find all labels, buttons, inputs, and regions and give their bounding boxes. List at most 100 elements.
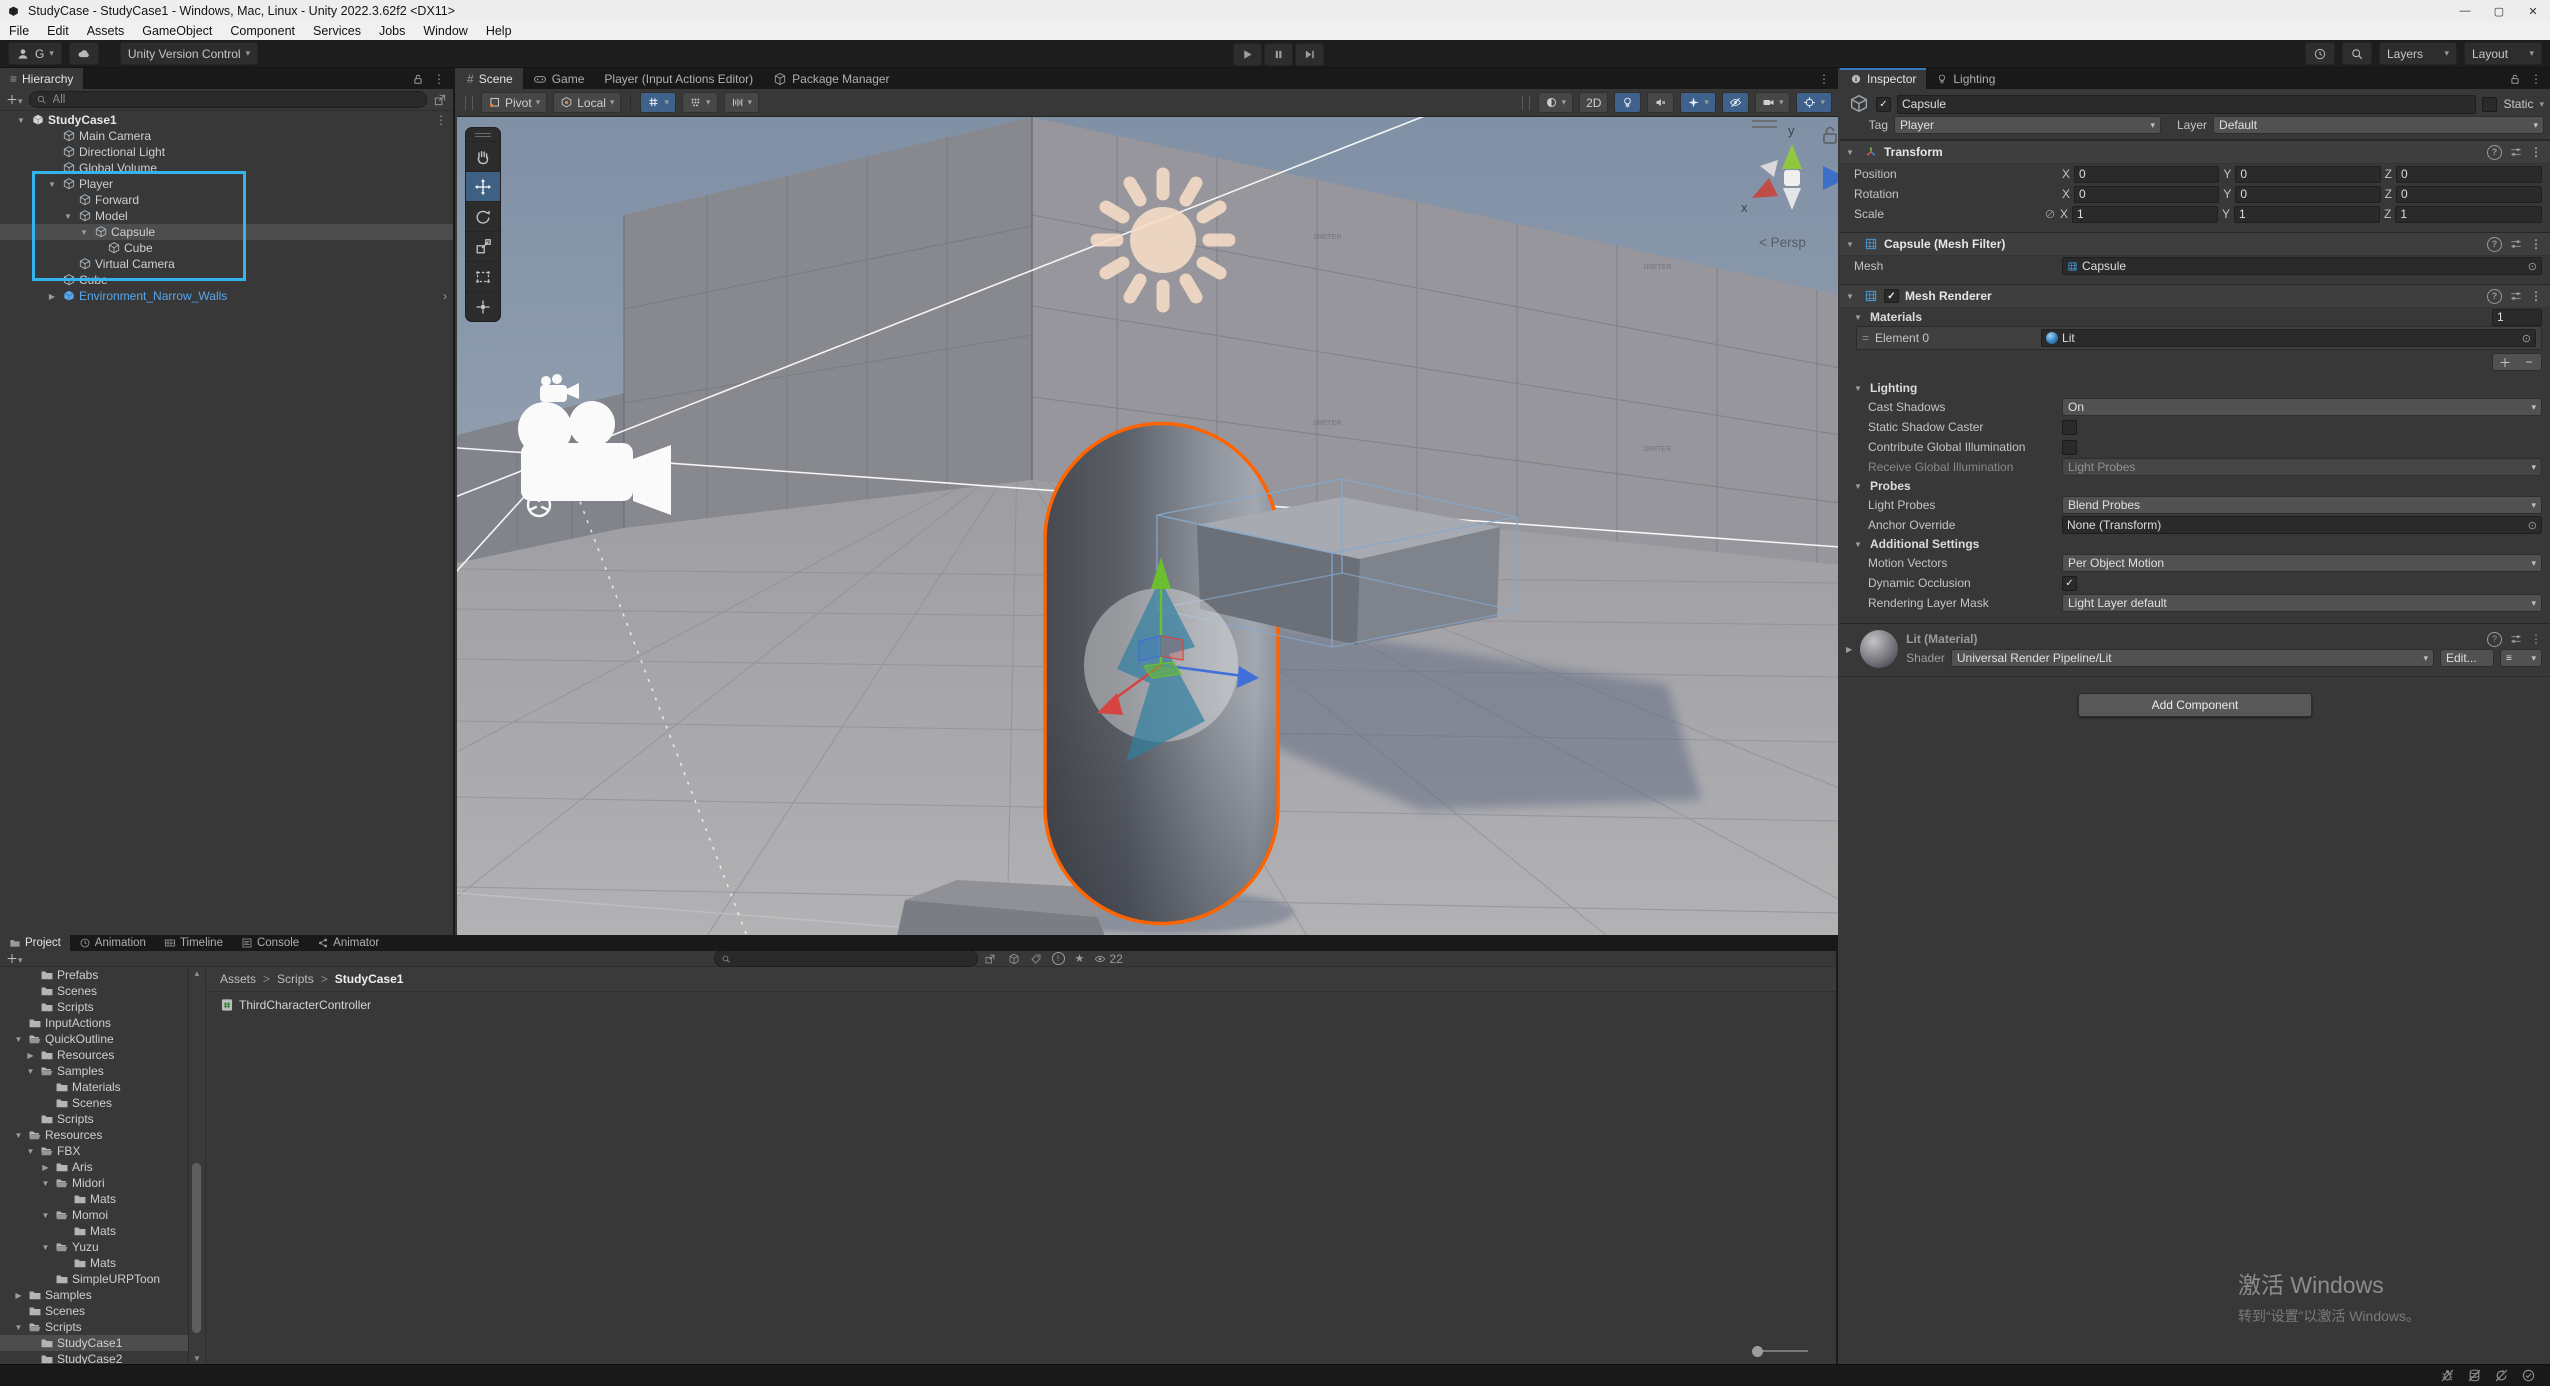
- kebab-menu-icon[interactable]: ⋮: [2530, 145, 2542, 159]
- shader-list-button[interactable]: ≡▾: [2500, 649, 2542, 667]
- hierarchy-item-scene[interactable]: ▼ StudyCase1 ⋮: [0, 112, 453, 128]
- layout-dropdown[interactable]: Layout ▾: [2464, 42, 2542, 65]
- breadcrumb-current[interactable]: StudyCase1: [335, 972, 404, 986]
- add-material-button[interactable]: ＋: [2493, 354, 2517, 370]
- tab-inspector[interactable]: Inspector: [1840, 68, 1926, 89]
- pivot-mode-dropdown[interactable]: Pivot▾: [481, 92, 547, 113]
- material-thumbnail[interactable]: [1860, 630, 1898, 668]
- folder-item[interactable]: Mats: [0, 1255, 188, 1271]
- move-tool-button[interactable]: [466, 171, 500, 201]
- scene-viewport[interactable]: 1METER 1METER 1METER 1METER: [457, 117, 1838, 936]
- help-icon[interactable]: ?: [2487, 145, 2502, 160]
- perspective-label[interactable]: < Persp: [1759, 235, 1806, 250]
- layer-dropdown[interactable]: Default▾: [2213, 116, 2544, 134]
- folder-item[interactable]: SimpleURPToon: [0, 1271, 188, 1287]
- kebab-menu-icon[interactable]: ⋮: [1818, 72, 1830, 86]
- folder-item[interactable]: ▼Resources: [0, 1127, 188, 1143]
- expand-arrow-icon[interactable]: ▶: [12, 1291, 25, 1300]
- kebab-menu-icon[interactable]: ⋮: [2530, 72, 2542, 86]
- additional-settings-foldout[interactable]: ▼Additional Settings: [1840, 535, 2550, 553]
- hierarchy-item[interactable]: Virtual Camera: [0, 256, 453, 272]
- tab-input-actions-editor[interactable]: Player (Input Actions Editor): [594, 68, 763, 89]
- expand-arrow-icon[interactable]: ▼: [77, 228, 91, 237]
- contribute-gi-checkbox[interactable]: [2062, 440, 2077, 455]
- mesh-object-field[interactable]: Capsule ⊙: [2062, 257, 2542, 275]
- snap-increment-dropdown[interactable]: ▾: [724, 92, 760, 113]
- expand-arrow-icon[interactable]: ▼: [14, 116, 28, 125]
- drag-handle-icon[interactable]: =: [1862, 331, 1869, 345]
- rotate-tool-button[interactable]: [466, 201, 500, 231]
- layers-dropdown[interactable]: Layers ▾: [2379, 42, 2457, 65]
- hierarchy-item[interactable]: Global Volume: [0, 160, 453, 176]
- expand-arrow-icon[interactable]: ▼: [39, 1211, 52, 1220]
- position-y-field[interactable]: 0: [2235, 166, 2380, 183]
- expand-arrow-icon[interactable]: ▼: [45, 180, 59, 189]
- materials-count-field[interactable]: 1: [2492, 309, 2542, 326]
- motion-vectors-dropdown[interactable]: Per Object Motion▾: [2062, 554, 2542, 572]
- preset-icon[interactable]: [2509, 237, 2523, 251]
- menu-help[interactable]: Help: [477, 22, 521, 40]
- kebab-menu-icon[interactable]: ⋮: [2530, 289, 2542, 303]
- hierarchy-search[interactable]: [29, 91, 427, 108]
- probes-foldout[interactable]: ▼Probes: [1840, 477, 2550, 495]
- component-enabled-checkbox[interactable]: ✓: [1884, 289, 1899, 303]
- gizmos-dropdown[interactable]: ▾: [1796, 92, 1832, 113]
- tag-dropdown[interactable]: Player▾: [1894, 116, 2161, 134]
- scene-effects-dropdown[interactable]: ▾: [1680, 92, 1716, 113]
- mesh-filter-header[interactable]: ▼ Capsule (Mesh Filter) ? ⋮: [1840, 232, 2550, 256]
- menu-services[interactable]: Services: [304, 22, 370, 40]
- folder-item[interactable]: ▼Scripts: [0, 1319, 188, 1335]
- preset-icon[interactable]: [2509, 632, 2523, 646]
- anchor-override-field[interactable]: None (Transform) ⊙: [2062, 516, 2542, 534]
- account-button[interactable]: G ▾: [8, 42, 62, 65]
- material-object-field[interactable]: Lit ⊙: [2041, 329, 2536, 347]
- tab-animator[interactable]: Animator: [308, 935, 388, 951]
- expand-arrow-icon[interactable]: ▼: [24, 1067, 37, 1076]
- expand-arrow-icon[interactable]: ▼: [39, 1179, 52, 1188]
- scale-x-field[interactable]: 1: [2072, 206, 2218, 223]
- menu-gameobject[interactable]: GameObject: [133, 22, 221, 40]
- toolbar-handle[interactable]: [465, 96, 473, 110]
- step-button[interactable]: [1295, 43, 1324, 66]
- kebab-menu-icon[interactable]: ⋮: [2530, 237, 2542, 251]
- tab-lighting[interactable]: Lighting: [1926, 68, 2005, 89]
- hierarchy-item[interactable]: Cube: [0, 272, 453, 288]
- scene-lighting-toggle[interactable]: [1614, 92, 1641, 113]
- prefab-open-arrow-icon[interactable]: ›: [443, 289, 447, 303]
- asset-filter-icon[interactable]: [1008, 953, 1020, 965]
- rect-tool-button[interactable]: [466, 261, 500, 291]
- version-control-button[interactable]: Unity Version Control ▾: [120, 42, 258, 65]
- shader-edit-button[interactable]: Edit...: [2440, 649, 2494, 667]
- tab-project[interactable]: Project: [0, 935, 70, 951]
- create-asset-button[interactable]: ＋▾: [6, 950, 23, 967]
- project-search-input[interactable]: [735, 952, 971, 966]
- close-button[interactable]: ✕: [2516, 0, 2550, 22]
- remove-material-button[interactable]: −: [2517, 354, 2541, 370]
- materials-foldout[interactable]: ▼Materials 1: [1840, 308, 2550, 326]
- folder-item[interactable]: Scenes: [0, 1095, 188, 1111]
- 2d-mode-toggle[interactable]: 2D: [1579, 92, 1608, 113]
- hierarchy-item[interactable]: Main Camera: [0, 128, 453, 144]
- preset-icon[interactable]: [2509, 145, 2523, 159]
- folder-item[interactable]: Scripts: [0, 1111, 188, 1127]
- rotation-x-field[interactable]: 0: [2074, 186, 2219, 203]
- hand-tool-button[interactable]: [466, 141, 500, 171]
- active-checkbox[interactable]: ✓: [1876, 97, 1891, 112]
- expand-arrow-icon[interactable]: ▼: [61, 212, 75, 221]
- tab-animation[interactable]: Animation: [70, 935, 155, 951]
- tab-hierarchy[interactable]: ≡ Hierarchy: [0, 68, 83, 89]
- rendering-layer-mask-dropdown[interactable]: Light Layer default▾: [2062, 594, 2542, 612]
- undo-history-button[interactable]: [2305, 42, 2335, 65]
- constrain-proportions-icon[interactable]: [2044, 208, 2056, 220]
- slider-knob[interactable]: [1752, 1346, 1763, 1357]
- tab-game[interactable]: Game: [523, 68, 595, 89]
- preset-icon[interactable]: [2509, 289, 2523, 303]
- folder-item[interactable]: Mats: [0, 1191, 188, 1207]
- scene-visibility-toggle[interactable]: [1722, 92, 1749, 113]
- hierarchy-item[interactable]: Cube: [0, 240, 453, 256]
- visibility-count[interactable]: 22: [1094, 952, 1122, 966]
- folder-item[interactable]: ▼FBX: [0, 1143, 188, 1159]
- tab-package-manager[interactable]: Package Manager: [763, 68, 899, 89]
- activity-ok-icon[interactable]: [2521, 1368, 2536, 1383]
- static-checkbox[interactable]: [2482, 97, 2497, 112]
